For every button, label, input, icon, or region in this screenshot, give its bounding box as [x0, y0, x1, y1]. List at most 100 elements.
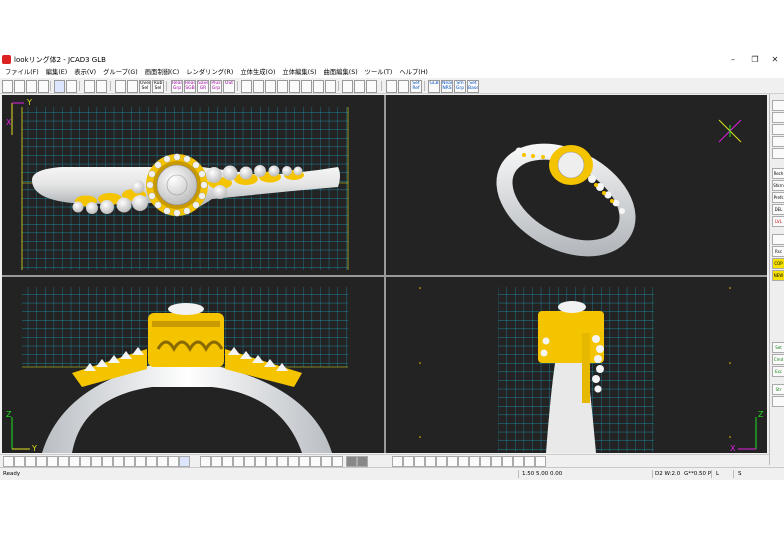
- small-group-button[interactable]: Sm Grp: [454, 80, 466, 93]
- view-ortho-icon[interactable]: [310, 456, 321, 467]
- view-single-icon[interactable]: [288, 456, 299, 467]
- snap-vertex-icon[interactable]: [135, 456, 146, 467]
- view-right-icon[interactable]: [233, 456, 244, 467]
- measure-icon[interactable]: [342, 80, 353, 93]
- viewport-front-view[interactable]: Z Y: [2, 277, 384, 453]
- snap-point-icon[interactable]: [25, 456, 36, 467]
- command-start-button[interactable]: Cmd Strt: [772, 354, 784, 365]
- snap-grid-icon[interactable]: [398, 80, 409, 93]
- zoom-out-icon[interactable]: [253, 80, 264, 93]
- render-light-icon[interactable]: [403, 456, 414, 467]
- menu-tools[interactable]: ツール(T): [365, 67, 393, 78]
- prefs-button[interactable]: Prefs: [772, 192, 784, 203]
- render-stop-icon[interactable]: [535, 456, 546, 467]
- check-tool-icon[interactable]: [772, 396, 784, 407]
- grid-toggle-icon[interactable]: [386, 80, 397, 93]
- fit-view-icon[interactable]: [325, 80, 336, 93]
- viewport-perspective[interactable]: [386, 95, 767, 275]
- read-group-button[interactable]: Read Grp: [171, 80, 183, 93]
- menu-help[interactable]: ヘルプ(H): [399, 67, 428, 78]
- undo-icon[interactable]: [54, 80, 65, 93]
- home-view-icon[interactable]: [313, 80, 324, 93]
- minimize-button[interactable]: –: [722, 53, 744, 67]
- rotate-tool-icon[interactable]: [772, 100, 784, 111]
- print-icon[interactable]: [38, 80, 49, 93]
- set-ref-side-button[interactable]: Set Ref: [772, 342, 784, 353]
- pan-icon[interactable]: [289, 80, 300, 93]
- menu-solid-edit[interactable]: 立体編集(S): [282, 67, 316, 78]
- render-icon[interactable]: [392, 456, 403, 467]
- view-persp-icon[interactable]: [299, 456, 310, 467]
- read-sgb-button[interactable]: Read SGB: [184, 80, 196, 93]
- set-reference-button[interactable]: Set Ref: [410, 80, 422, 93]
- snap-tangent-icon[interactable]: [91, 456, 102, 467]
- zoom-all-icon[interactable]: [277, 80, 288, 93]
- snap-end-icon[interactable]: [80, 456, 91, 467]
- snap-center-icon[interactable]: [58, 456, 69, 467]
- view-iso-icon[interactable]: [266, 456, 277, 467]
- open-file-icon[interactable]: [14, 80, 25, 93]
- snap-toggle-icon[interactable]: [179, 456, 190, 467]
- viewport-top-view[interactable]: Y X: [2, 95, 384, 275]
- view-fit-icon[interactable]: [332, 456, 343, 467]
- snap-mode-icon[interactable]: [3, 456, 14, 467]
- new-file-icon[interactable]: [2, 80, 13, 93]
- menu-surface-edit[interactable]: 曲面編集(S): [324, 67, 358, 78]
- exclude-spline-button[interactable]: Exc Spl: [772, 366, 784, 377]
- level-button[interactable]: LVL: [772, 216, 784, 227]
- near-nrs-button[interactable]: Near NRS: [441, 80, 453, 93]
- glb-button[interactable]: GLB: [428, 80, 440, 93]
- set-base-button[interactable]: Set Base: [467, 80, 479, 93]
- render-smooth-icon[interactable]: [458, 456, 469, 467]
- copy-button[interactable]: COP: [772, 258, 784, 269]
- render-shadow-icon[interactable]: [436, 456, 447, 467]
- angle-icon[interactable]: [366, 80, 377, 93]
- viewport-side-view[interactable]: Z X: [386, 277, 767, 453]
- maximize-button[interactable]: ❐: [744, 53, 766, 67]
- zoom-window-icon[interactable]: [265, 80, 276, 93]
- snap-face-icon[interactable]: [124, 456, 135, 467]
- render-bg-icon[interactable]: [425, 456, 436, 467]
- menu-group[interactable]: グループ(G): [103, 67, 138, 78]
- render-preview-icon[interactable]: [524, 456, 535, 467]
- mirror-tool-icon[interactable]: [772, 148, 784, 159]
- wire-mode-icon[interactable]: [357, 456, 368, 467]
- close-button[interactable]: ✕: [764, 53, 784, 67]
- render-edge-icon[interactable]: [447, 456, 458, 467]
- view-front-icon[interactable]: [200, 456, 211, 467]
- delete-button[interactable]: DEL: [772, 204, 784, 215]
- view-back-icon[interactable]: [211, 456, 222, 467]
- layer-list-icon[interactable]: [772, 234, 784, 245]
- move-tool-icon[interactable]: [772, 112, 784, 123]
- snap-mid-icon[interactable]: [69, 456, 80, 467]
- render-texture-icon[interactable]: [480, 456, 491, 467]
- rsc-button[interactable]: Rsc: [772, 246, 784, 257]
- snap-perp-icon[interactable]: [102, 456, 113, 467]
- scale-tool-icon[interactable]: [772, 124, 784, 135]
- snap-line-icon[interactable]: [36, 456, 47, 467]
- recheck-button[interactable]: Rech: [772, 168, 784, 179]
- menu-view[interactable]: 表示(V): [74, 67, 96, 78]
- copy-icon[interactable]: [84, 80, 95, 93]
- zoom-in-icon[interactable]: [241, 80, 252, 93]
- snap-object-icon[interactable]: [157, 456, 168, 467]
- out-button[interactable]: Out: [223, 80, 235, 93]
- vertical-splitter[interactable]: [384, 95, 386, 453]
- over-select-button[interactable]: Over Sel: [139, 80, 151, 93]
- rotate-view-icon[interactable]: [301, 80, 312, 93]
- view-tool-icon[interactable]: [772, 136, 784, 147]
- menu-file[interactable]: ファイル(F): [5, 67, 39, 78]
- stkrn-button[interactable]: Stkrn: [772, 180, 784, 191]
- distance-icon[interactable]: [354, 80, 365, 93]
- view-left-icon[interactable]: [222, 456, 233, 467]
- shade-mode-icon[interactable]: [346, 456, 357, 467]
- snap-curve-icon[interactable]: [47, 456, 58, 467]
- view-reset-icon[interactable]: [321, 456, 332, 467]
- render-flat-icon[interactable]: [469, 456, 480, 467]
- stretch-divide-button[interactable]: Str Div: [772, 384, 784, 395]
- snap-near-icon[interactable]: [113, 456, 124, 467]
- select-icon[interactable]: [115, 80, 126, 93]
- view-bottom-icon[interactable]: [255, 456, 266, 467]
- snap-grid-icon[interactable]: [14, 456, 25, 467]
- menu-rendering[interactable]: レンダリング(R): [186, 67, 233, 78]
